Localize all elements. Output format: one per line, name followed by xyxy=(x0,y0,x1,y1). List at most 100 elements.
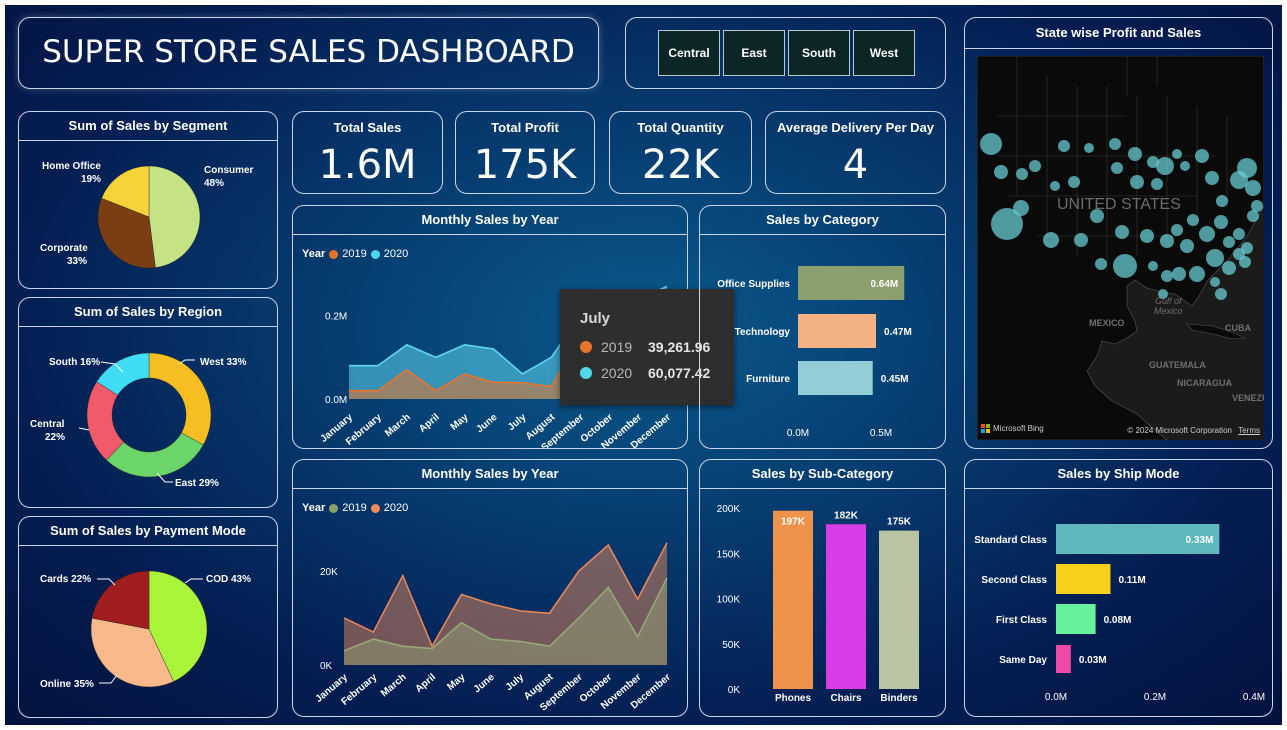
map-label-gulf-1: Gulf of xyxy=(1155,296,1183,306)
slicer-west[interactable]: West xyxy=(853,30,915,76)
category-label: Office Supplies xyxy=(717,279,790,290)
x-tick-label: March xyxy=(379,672,409,699)
label-west: West 33% xyxy=(200,357,247,368)
map-label-guatemala: GUATEMALA xyxy=(1149,360,1206,370)
label-corporate-pct: 33% xyxy=(67,256,87,267)
copyright-text: © 2024 Microsoft Corporation xyxy=(1127,426,1232,435)
segment-title: Sum of Sales by Segment xyxy=(19,112,277,141)
map-card: State wise Profit and Sales UNITED STATE… xyxy=(964,17,1273,449)
kpi-value: 175K xyxy=(473,142,577,188)
map-label-cuba: CUBA xyxy=(1225,323,1251,333)
state-bubble xyxy=(1189,266,1205,282)
state-bubble xyxy=(1233,228,1245,240)
kpi-total-profit: Total Profit 175K xyxy=(455,111,595,194)
microsoft-logo-icon xyxy=(981,424,990,433)
state-bubble xyxy=(980,133,1002,155)
state-bubble xyxy=(1095,258,1107,270)
slicer-south[interactable]: South xyxy=(788,30,850,76)
state-bubble xyxy=(1115,225,1129,239)
state-bubble xyxy=(1029,160,1041,172)
label-online: Online 35% xyxy=(40,679,94,690)
state-bubble xyxy=(1016,168,1028,180)
data-label: 0.33M xyxy=(1186,535,1214,546)
state-bubble xyxy=(1206,249,1224,267)
subcategory-title: Sales by Sub-Category xyxy=(700,460,945,489)
label-south: South 16% xyxy=(49,357,100,368)
kpi-value: 22K xyxy=(641,142,720,188)
bing-label: Microsoft Bing xyxy=(993,424,1044,433)
map-label-nicaragua: NICARAGUA xyxy=(1177,378,1232,388)
category-label: Phones xyxy=(775,693,812,704)
label-consumer: Consumer xyxy=(204,165,254,176)
state-bubble xyxy=(1171,224,1183,236)
label-home-office-pct: 19% xyxy=(81,174,101,185)
monthly-area-chart-2: 20K0KJanuaryFebruary March April May June Jul… xyxy=(313,542,673,714)
x-tick-label: March xyxy=(383,412,413,439)
state-bubble xyxy=(1223,236,1235,248)
map-area[interactable]: UNITED STATES MEXICO Gulf of Mexico CUBA… xyxy=(977,56,1264,440)
state-bubble xyxy=(1247,210,1259,222)
kpi-label: Total Profit xyxy=(491,120,559,135)
category-label: Second Class xyxy=(981,575,1047,586)
page-title: SUPER STORE SALES DASHBOARD xyxy=(42,34,575,70)
state-bubble xyxy=(1237,158,1257,178)
kpi-value: 1.6M xyxy=(318,142,417,188)
x-tick-label: June xyxy=(475,412,500,436)
category-bar-chart: Office Supplies 0.64M Technology 0.47M Furni… xyxy=(717,266,912,439)
x-tick-label: July xyxy=(504,672,527,694)
label-home-office: Home Office xyxy=(42,161,101,172)
tooltip-year-2020: 2020 xyxy=(601,365,633,381)
map-label-mexico: MEXICO xyxy=(1089,318,1125,328)
slicer-central[interactable]: Central xyxy=(658,30,720,76)
state-bubble xyxy=(1130,175,1144,189)
map-canvas: UNITED STATES MEXICO Gulf of Mexico CUBA… xyxy=(977,56,1264,440)
bar-technology xyxy=(798,314,877,348)
y-tick-label: 0K xyxy=(320,661,333,672)
data-label: 0.64M xyxy=(870,279,898,290)
bar-furniture xyxy=(798,361,873,395)
data-label: 0.45M xyxy=(881,374,909,385)
tooltip-dot-2019 xyxy=(580,341,592,353)
bar-phones xyxy=(773,510,813,689)
bar-same-day xyxy=(1056,645,1071,673)
state-bubble xyxy=(1199,226,1215,242)
kpi-total-sales: Total Sales 1.6M xyxy=(292,111,443,194)
category-title: Sales by Category xyxy=(700,206,945,235)
map-title: State wise Profit and Sales xyxy=(965,18,1272,49)
state-bubble xyxy=(1160,234,1174,248)
category-label: Furniture xyxy=(746,374,790,385)
monthly-sales-title-1: Monthly Sales by Year xyxy=(293,206,687,235)
payment-pie-chart: Cards 22% COD 43% Online 35% xyxy=(40,570,251,690)
tooltip-dot-2020 xyxy=(580,367,592,379)
y-tick-label: 0K xyxy=(728,685,741,696)
kpi-label: Total Sales xyxy=(333,120,402,135)
state-bubble xyxy=(1109,138,1121,150)
kpi-label: Total Quantity xyxy=(637,120,724,135)
state-bubble xyxy=(1050,181,1060,191)
state-bubble xyxy=(1215,288,1227,300)
map-label-venezuela: VENEZUELA xyxy=(1232,393,1264,403)
slice-consumer xyxy=(148,165,201,268)
kpi-label: Average Delivery Per Day xyxy=(776,120,935,135)
region-title: Sum of Sales by Region xyxy=(19,298,277,327)
monthly-sales-title-2: Monthly Sales by Year xyxy=(293,460,687,489)
state-bubble xyxy=(1180,239,1194,253)
terms-link[interactable]: Terms xyxy=(1238,426,1260,435)
state-bubble xyxy=(1068,176,1080,188)
state-bubble xyxy=(1084,143,1094,153)
region-donut-chart: South 16% West 33% Central 22% East 29% xyxy=(30,352,247,489)
kpi-total-quantity: Total Quantity 22K xyxy=(609,111,752,194)
slicer-east[interactable]: East xyxy=(723,30,785,76)
label-central: Central xyxy=(30,419,65,430)
state-bubble xyxy=(1195,149,1209,163)
data-label: 0.47M xyxy=(884,327,912,338)
data-label: 182K xyxy=(834,510,859,521)
y-tick-label: 0.2M xyxy=(325,312,347,323)
data-label: 0.03M xyxy=(1079,655,1107,666)
x-tick-label: 0.5M xyxy=(870,428,892,439)
kpi-avg-delivery: Average Delivery Per Day 4 xyxy=(765,111,946,194)
bar-second-class xyxy=(1056,564,1111,594)
state-bubble xyxy=(1140,229,1154,243)
y-tick-label: 20K xyxy=(320,567,338,578)
title-card: SUPER STORE SALES DASHBOARD xyxy=(18,17,599,89)
